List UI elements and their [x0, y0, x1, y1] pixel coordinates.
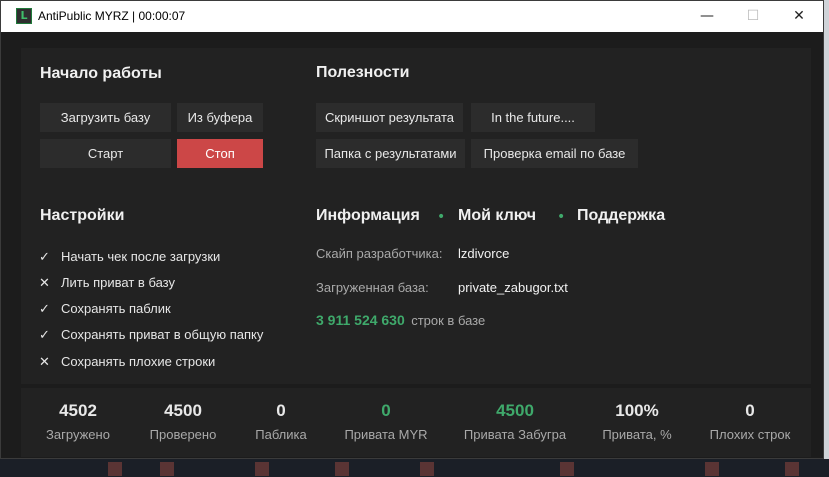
- from-buffer-button[interactable]: Из буфера: [177, 103, 263, 132]
- start-button[interactable]: Старт: [40, 139, 171, 168]
- cross-icon: ✕: [39, 275, 50, 290]
- window-title: AntiPublic MYRZ | 00:00:07: [38, 9, 186, 23]
- stat-value: 0: [745, 401, 755, 420]
- check-icon: ✓: [39, 249, 50, 264]
- stat-label: Плохих строк: [709, 427, 791, 442]
- base-label: Загруженная база:: [316, 280, 429, 295]
- minimize-button[interactable]: —: [684, 1, 730, 32]
- stat-label: Привата, %: [602, 427, 672, 442]
- tab-support[interactable]: Поддержка: [577, 207, 665, 225]
- load-base-button[interactable]: Загрузить базу: [40, 103, 171, 132]
- option-save-bad-lines[interactable]: ✕ Сохранять плохие строки: [39, 354, 215, 370]
- settings-heading: Настройки: [40, 207, 125, 224]
- app-logo-icon: L: [16, 8, 32, 24]
- check-icon: ✓: [39, 327, 50, 342]
- stat-bad-lines: 0 Плохих строк: [685, 401, 815, 442]
- screenshot-button[interactable]: Скриншот результата: [316, 103, 463, 132]
- option-label: Сохранять паблик: [61, 301, 171, 316]
- tab-info[interactable]: Информация: [316, 207, 420, 225]
- lines-count-row: 3 911 524 630 строк в базе: [316, 312, 485, 330]
- results-folder-button[interactable]: Папка с результатами: [316, 139, 465, 168]
- useful-heading: Полезности: [316, 64, 410, 81]
- separator-dot: •: [557, 209, 566, 225]
- stat-label: Привата Забугра: [463, 427, 567, 442]
- maximize-button[interactable]: ☐: [730, 1, 776, 32]
- title-bar[interactable]: L AntiPublic MYRZ | 00:00:07 — ☐ ✕: [1, 1, 823, 32]
- future-button[interactable]: In the future....: [471, 103, 595, 132]
- skype-label: Скайп разработчика:: [316, 246, 443, 261]
- taskbar-edge: [0, 459, 829, 477]
- option-save-public[interactable]: ✓ Сохранять паблик: [39, 301, 171, 317]
- start-heading: Начало работы: [40, 65, 162, 82]
- stat-label: Привата MYR: [344, 427, 428, 442]
- option-label: Сохранять приват в общую папку: [61, 327, 264, 342]
- option-label: Начать чек после загрузки: [61, 249, 221, 264]
- tab-my-key[interactable]: Мой ключ: [458, 207, 536, 225]
- close-button[interactable]: ✕: [776, 1, 822, 32]
- option-label: Лить приват в базу: [61, 275, 175, 290]
- stat-private-abroad: 4500 Привата Забугра: [450, 401, 580, 442]
- option-save-private-common[interactable]: ✓ Сохранять приват в общую папку: [39, 327, 263, 343]
- desktop-edge: [824, 0, 829, 477]
- base-value: private_zabugor.txt: [458, 280, 568, 295]
- skype-value: lzdivorce: [458, 246, 510, 261]
- separator-dot: •: [437, 209, 446, 225]
- lines-suffix: строк в базе: [411, 313, 486, 328]
- lines-count: 3 911 524 630: [316, 312, 405, 328]
- stat-value: 0: [381, 401, 391, 420]
- stat-private-myr: 0 Привата MYR: [321, 401, 451, 442]
- option-label: Сохранять плохие строки: [61, 354, 216, 369]
- check-email-button[interactable]: Проверка email по базе: [471, 139, 638, 168]
- option-pour-private[interactable]: ✕ Лить приват в базу: [39, 275, 175, 291]
- app-window: L AntiPublic MYRZ | 00:00:07 — ☐ ✕ Начал…: [0, 0, 824, 459]
- stat-private-percent: 100% Привата, %: [572, 401, 702, 442]
- stat-value: 4500: [496, 401, 534, 420]
- stat-value: 100%: [615, 401, 659, 420]
- option-start-check[interactable]: ✓ Начать чек после загрузки: [39, 249, 220, 265]
- stop-button[interactable]: Стоп: [177, 139, 263, 168]
- cross-icon: ✕: [39, 354, 50, 369]
- check-icon: ✓: [39, 301, 50, 316]
